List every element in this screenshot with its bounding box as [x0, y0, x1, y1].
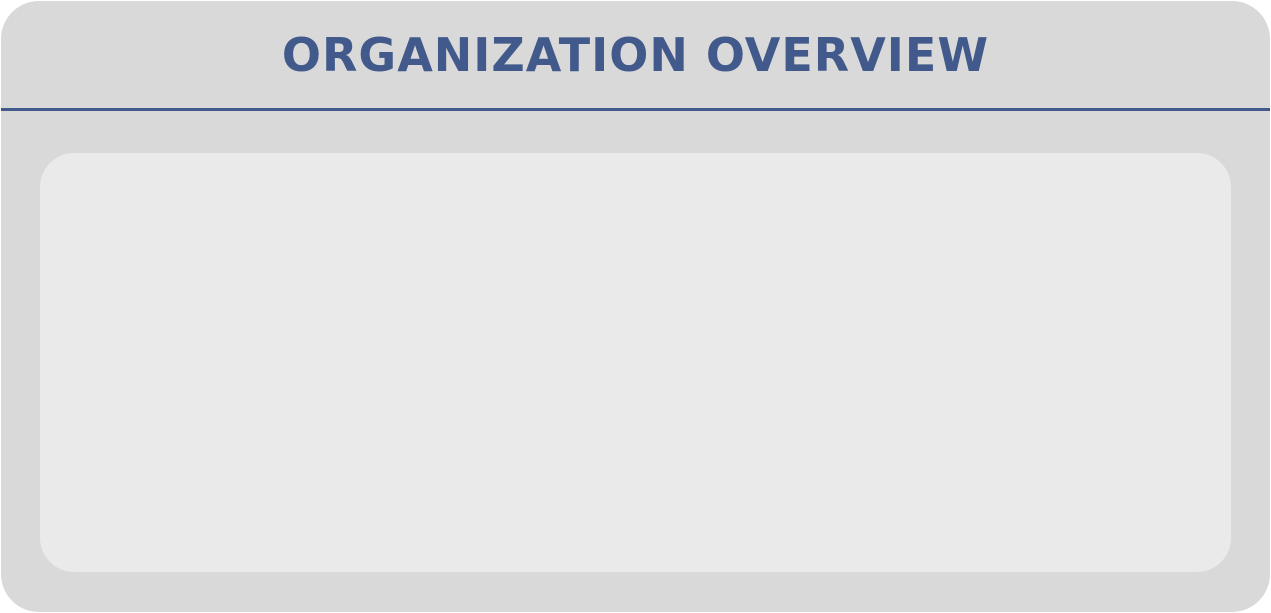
organization-overview-panel: ORGANIZATION OVERVIEW: [1, 1, 1270, 612]
panel-header: ORGANIZATION OVERVIEW: [1, 1, 1270, 108]
panel-title: ORGANIZATION OVERVIEW: [281, 27, 990, 82]
overview-content-area: [40, 153, 1231, 572]
header-divider: [1, 108, 1270, 111]
